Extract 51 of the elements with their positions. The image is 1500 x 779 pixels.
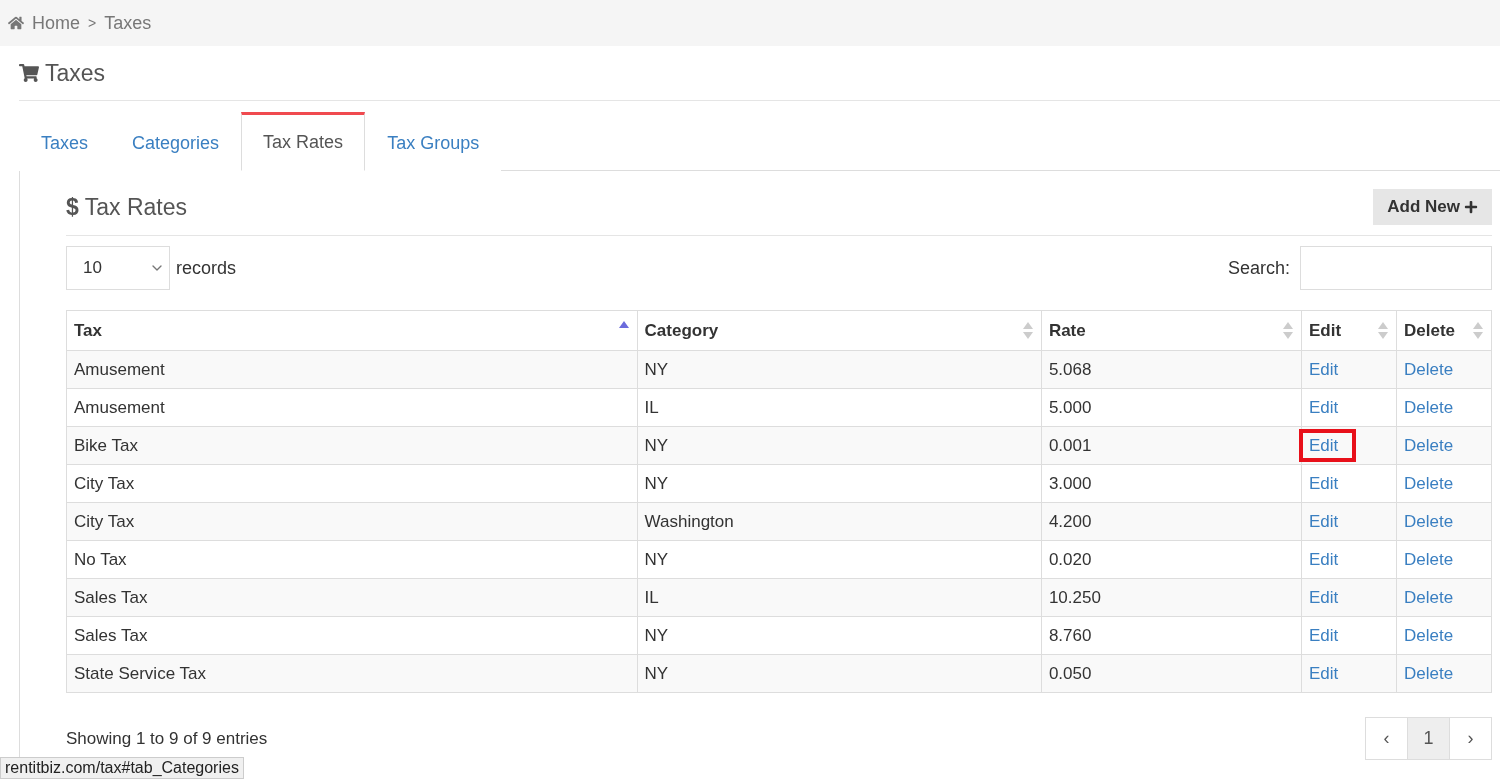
records-label: records (176, 257, 237, 279)
column-header[interactable]: Rate (1041, 310, 1302, 351)
table-cell: 3.000 (1041, 464, 1302, 503)
column-header[interactable]: Category (637, 310, 1042, 351)
table-cell: 5.068 (1041, 350, 1302, 389)
table-cell: Amusement (66, 350, 638, 389)
table-cell: NY (637, 350, 1042, 389)
table-cell: Amusement (66, 388, 638, 427)
table-cell: NY (637, 464, 1042, 503)
breadcrumb-link[interactable]: Home (32, 12, 80, 34)
table-cell: 8.760 (1041, 616, 1302, 655)
table-cell: NY (637, 616, 1042, 655)
entries-info: Showing 1 to 9 of 9 entries (66, 728, 268, 749)
table-cell: 0.020 (1041, 540, 1302, 579)
page-button[interactable]: ‹ (1365, 717, 1408, 760)
table-cell: Sales Tax (66, 578, 638, 617)
table-cell: City Tax (66, 464, 638, 503)
table-cell: 10.250 (1041, 578, 1302, 617)
table-cell: 5.000 (1041, 388, 1302, 427)
breadcrumb-separator: > (88, 15, 97, 31)
table-cell: IL (637, 388, 1042, 427)
table-cell: NY (637, 426, 1042, 465)
search-field[interactable] (1300, 246, 1492, 290)
breadcrumb-link[interactable]: Taxes (104, 12, 152, 34)
search-label: Search: (1227, 257, 1290, 279)
plus-icon (1464, 200, 1478, 214)
table-cell: City Tax (66, 502, 638, 541)
page-title: Taxes (45, 59, 106, 87)
table-cell: State Service Tax (66, 654, 638, 693)
table-cell: IL (637, 578, 1042, 617)
records-select[interactable]: 10 (66, 246, 170, 290)
table-cell: Sales Tax (66, 616, 638, 655)
page-button[interactable]: › (1449, 717, 1492, 760)
column-header[interactable]: Tax (66, 310, 638, 351)
page-button[interactable]: 1 (1407, 717, 1450, 760)
column-header[interactable]: Edit (1301, 310, 1397, 351)
column-header[interactable]: Delete (1396, 310, 1492, 351)
panel-title: $ Tax Rates (66, 193, 188, 221)
table-cell: NY (637, 540, 1042, 579)
table-cell: 0.050 (1041, 654, 1302, 693)
home-icon[interactable] (8, 15, 24, 31)
table-cell: 0.001 (1041, 426, 1302, 465)
table-cell: No Tax (66, 540, 638, 579)
cart-icon (19, 63, 39, 83)
add-new-button[interactable]: Add New (1373, 189, 1492, 225)
table-cell: NY (637, 654, 1042, 693)
table-cell: 4.200 (1041, 502, 1302, 541)
table-cell: Washington (637, 502, 1042, 541)
tab[interactable]: Tax Rates (241, 112, 366, 171)
status-url: rentitbiz.com/tax#tab_Categories (0, 757, 244, 779)
table-cell: Bike Tax (66, 426, 638, 465)
